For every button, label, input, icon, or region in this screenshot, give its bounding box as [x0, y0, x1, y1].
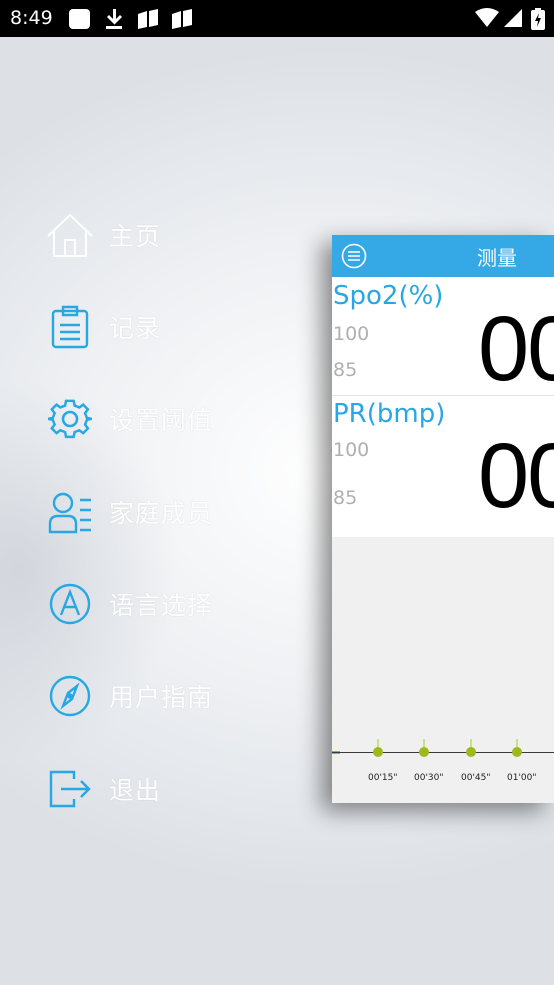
pulse-rate-panel: PR(bmp) 100 85 00 [332, 396, 554, 537]
exit-icon [44, 763, 96, 815]
spo2-value: 00 [478, 298, 554, 400]
menu-item-language[interactable]: 语言选择 [44, 574, 213, 634]
book-icon [172, 9, 192, 29]
timeline-tick [516, 739, 518, 747]
spo2-panel: Spo2(%) 100 85 00 [332, 277, 554, 400]
menu-item-records[interactable]: 记录 [44, 297, 161, 357]
timeline-label: 00'45" [461, 773, 491, 783]
measure-screen-card[interactable]: 测量 Spo2(%) 100 85 00 PR(bmp) 100 85 00 0… [332, 235, 554, 803]
status-bar: 8:49 [0, 0, 554, 37]
menu-item-label: 退出 [109, 776, 162, 805]
spo2-low-threshold: 85 [333, 359, 358, 381]
pr-label: PR(bmp) [333, 399, 446, 429]
hamburger-menu-icon[interactable] [341, 243, 367, 269]
timeline-label: 00'30" [414, 773, 444, 783]
menu-item-label: 主页 [109, 222, 162, 251]
timeline-tick [470, 739, 472, 747]
book-icon [138, 9, 158, 29]
home-icon [44, 209, 96, 261]
menu-item-home[interactable]: 主页 [44, 205, 161, 265]
menu-item-user-guide[interactable]: 用户指南 [44, 666, 213, 726]
menu-item-family-members[interactable]: 家庭成员 [44, 482, 213, 542]
menu-item-label: 语言选择 [109, 591, 214, 620]
pr-high-threshold: 100 [333, 439, 370, 461]
timeline-marker [373, 747, 383, 757]
spo2-high-threshold: 100 [333, 323, 370, 345]
gear-icon [44, 393, 96, 445]
menu-item-label: 用户指南 [109, 683, 214, 712]
battery-icon [531, 8, 545, 30]
timeline-label: 01'00" [507, 773, 537, 783]
menu-item-label: 家庭成员 [109, 499, 214, 528]
menu-item-exit[interactable]: 退出 [44, 759, 161, 819]
status-time: 8:49 [10, 7, 53, 29]
cell-signal-icon [504, 9, 522, 27]
compass-icon [44, 670, 96, 722]
download-icon [106, 9, 122, 29]
timeline-label: 00'15" [368, 773, 398, 783]
notification-square-icon [69, 9, 90, 29]
timeline-marker [419, 747, 429, 757]
timeline-marker [512, 747, 522, 757]
clipboard-icon [44, 301, 96, 353]
page-title: 测量 [477, 246, 517, 270]
timeline-tick [377, 739, 379, 747]
pr-value: 00 [478, 425, 554, 527]
spo2-label: Spo2(%) [333, 281, 444, 311]
language-a-icon [44, 578, 96, 630]
family-members-icon [44, 486, 96, 538]
timeline-tick [423, 739, 425, 747]
measure-header: 测量 [332, 235, 554, 277]
wifi-icon [475, 8, 499, 27]
menu-item-label: 记录 [109, 314, 162, 343]
timeline-marker [466, 747, 476, 757]
menu-item-set-threshold[interactable]: 设置阈值 [44, 389, 213, 449]
menu-item-label: 设置阈值 [109, 406, 214, 435]
pr-low-threshold: 85 [333, 487, 358, 509]
